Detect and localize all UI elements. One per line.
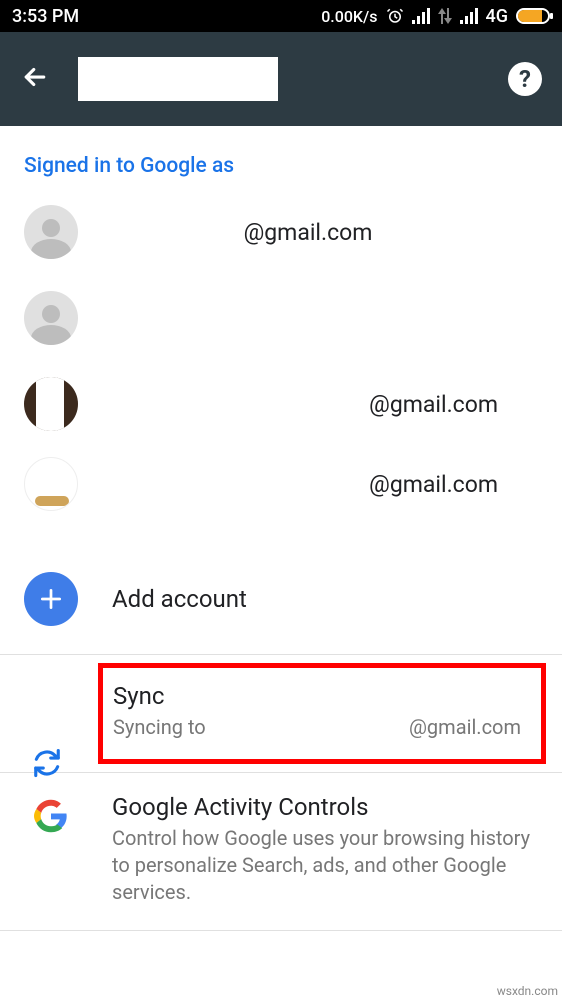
add-account-row[interactable]: Add account	[0, 524, 562, 654]
status-time: 3:53 PM	[12, 6, 79, 27]
sync-sub-email: @gmail.com	[409, 714, 521, 741]
status-network-label: 4G	[486, 6, 509, 27]
account-email: @gmail.com	[78, 471, 538, 498]
account-row[interactable]: @gmail.com	[0, 364, 562, 444]
sync-highlight: Sync Syncing to @gmail.com	[98, 663, 546, 764]
sync-icon	[32, 748, 62, 782]
attribution-watermark: wsxdn.com	[497, 984, 558, 998]
avatar-placeholder-icon	[24, 291, 78, 345]
sync-subtitle: Syncing to @gmail.com	[113, 714, 521, 741]
sync-title: Sync	[113, 682, 521, 710]
signal-icon	[412, 8, 430, 24]
avatar-photo	[24, 377, 78, 431]
status-data-speed: 0.00K/s	[321, 7, 377, 26]
signal-icon-2	[460, 8, 478, 24]
battery-icon	[516, 8, 550, 24]
help-icon: ?	[519, 65, 531, 93]
account-email: @gmail.com	[78, 219, 538, 246]
account-row[interactable]: @gmail.com	[0, 192, 562, 272]
content-scroll[interactable]: Signed in to Google as @gmail.com @gmail…	[0, 126, 562, 931]
data-transfer-icon	[438, 8, 452, 24]
back-button[interactable]	[20, 62, 50, 96]
app-bar-title-redacted	[78, 57, 278, 101]
signed-in-heading: Signed in to Google as	[0, 146, 562, 192]
account-row[interactable]	[0, 272, 562, 364]
account-email: @gmail.com	[78, 391, 538, 418]
add-account-label: Add account	[112, 585, 247, 613]
google-g-icon	[34, 799, 68, 837]
avatar-placeholder-icon	[24, 205, 78, 259]
sync-sub-prefix: Syncing to	[113, 714, 206, 741]
divider	[0, 654, 562, 655]
activity-title: Google Activity Controls	[112, 793, 538, 821]
divider	[0, 930, 562, 931]
alarm-icon	[386, 7, 404, 25]
avatar-photo	[24, 457, 78, 511]
account-row[interactable]: @gmail.com	[0, 444, 562, 524]
activity-controls-row[interactable]: Google Activity Controls Control how Goo…	[0, 773, 562, 930]
status-indicators-right: 0.00K/s 4G	[321, 6, 550, 27]
activity-subtitle: Control how Google uses your browsing hi…	[112, 825, 538, 906]
android-status-bar: 3:53 PM 0.00K/s	[0, 0, 562, 32]
sync-row[interactable]: Sync Syncing to @gmail.com	[103, 668, 541, 759]
help-button[interactable]: ?	[508, 62, 542, 96]
app-bar: ?	[0, 32, 562, 126]
add-icon	[24, 572, 78, 626]
